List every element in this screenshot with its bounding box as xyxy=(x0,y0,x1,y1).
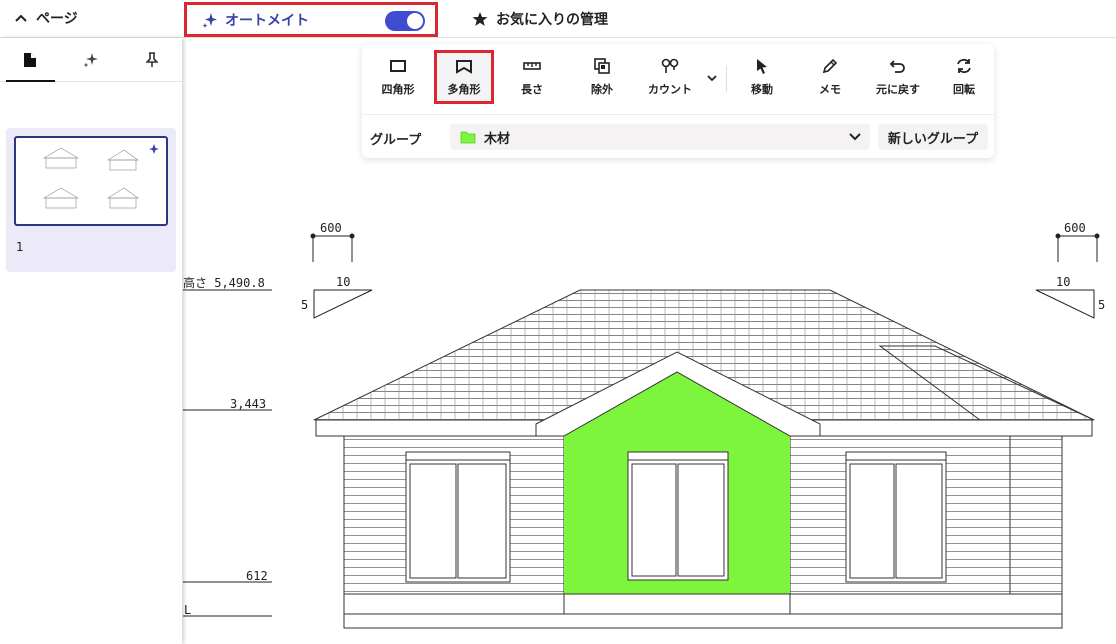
tool-exclude[interactable]: 除外 xyxy=(572,50,632,104)
group-select[interactable]: 木材 xyxy=(450,124,870,150)
group-value: 木材 xyxy=(484,131,511,147)
thumbnail-drawing xyxy=(42,144,159,209)
pin-icon xyxy=(145,51,158,67)
chevron-up-icon xyxy=(15,14,27,22)
automate-toggle[interactable] xyxy=(385,11,425,31)
tool-label: 元に戻す xyxy=(876,83,920,96)
top-bar: ページ オートメイト お気に入りの管理 xyxy=(0,0,1116,38)
undo-icon xyxy=(889,60,905,73)
tool-label: 長さ xyxy=(521,83,543,96)
tool-move[interactable]: 移動 xyxy=(732,50,792,104)
tool-label: 回転 xyxy=(953,83,975,96)
tool-panel: 四角形 多角形 長さ 除外 カウント 移動 メモ 元に戻す 回転 グループ 木材… xyxy=(362,44,994,158)
tab-pages[interactable] xyxy=(0,38,61,82)
page-thumbnail[interactable] xyxy=(14,136,168,226)
toolbar-divider xyxy=(726,66,727,92)
slope-right-rise: 5 xyxy=(1098,298,1105,312)
favorites-label: お気に入りの管理 xyxy=(496,12,608,28)
tool-undo[interactable]: 元に戻す xyxy=(868,50,928,104)
page-thumbnail-card[interactable]: 1 xyxy=(6,128,176,272)
pen-icon xyxy=(822,58,838,74)
cursor-icon xyxy=(757,59,767,74)
star-icon xyxy=(472,12,488,26)
sparkle-icon xyxy=(202,12,217,28)
document-icon xyxy=(24,52,37,67)
tool-rotate[interactable]: 回転 xyxy=(934,50,994,104)
tool-label: 四角形 xyxy=(381,83,415,96)
rotate-icon xyxy=(957,58,971,74)
height-label: 高さ 5,490.8 xyxy=(183,275,265,290)
count-icon xyxy=(661,58,679,73)
tab-pinned[interactable] xyxy=(121,38,182,81)
tool-label: メモ xyxy=(819,83,841,96)
rectangle-icon xyxy=(390,60,406,72)
tool-label: 多角形 xyxy=(447,83,481,96)
tool-label: カウント xyxy=(648,83,692,96)
group-label: グループ xyxy=(370,133,422,148)
favorites-button[interactable]: お気に入りの管理 xyxy=(472,9,608,29)
folder-icon xyxy=(460,131,476,144)
pages-sidebar: 1 xyxy=(0,38,182,644)
tool-label: 移動 xyxy=(751,83,773,96)
automate-control[interactable]: オートメイト xyxy=(184,2,438,37)
sidebar-tabs xyxy=(0,38,182,82)
dim-left-top: 600 xyxy=(320,221,342,235)
group-row: グループ 木材 新しいグループ xyxy=(362,114,994,158)
new-group-button[interactable]: 新しいグループ xyxy=(878,124,988,150)
tool-polygon[interactable]: 多角形 xyxy=(434,50,494,104)
page-number: 1 xyxy=(16,240,24,254)
tool-count[interactable]: カウント xyxy=(640,50,700,104)
tool-length[interactable]: 長さ xyxy=(502,50,562,104)
tool-memo[interactable]: メモ xyxy=(800,50,860,104)
level-612: 612 xyxy=(246,569,268,583)
tool-label: 除外 xyxy=(591,83,613,96)
slope-left-rise: 5 xyxy=(301,298,308,312)
tab-automate[interactable] xyxy=(61,38,122,81)
exclude-icon xyxy=(594,58,610,74)
dim-right-top: 600 xyxy=(1064,221,1086,235)
level-l: L xyxy=(184,603,191,617)
ruler-icon xyxy=(523,62,541,70)
toggle-knob xyxy=(407,13,423,29)
tool-row: 四角形 多角形 長さ 除外 カウント 移動 メモ 元に戻す 回転 xyxy=(362,44,994,114)
automate-label: オートメイト xyxy=(225,12,309,29)
polygon-icon xyxy=(456,60,472,74)
level-3443: 3,443 xyxy=(230,397,266,411)
pages-label: ページ xyxy=(36,11,78,27)
slope-left-run: 10 xyxy=(336,275,350,289)
chevron-down-icon xyxy=(849,133,861,141)
tool-rectangle[interactable]: 四角形 xyxy=(368,50,428,104)
chevron-down-icon[interactable] xyxy=(706,72,718,84)
pages-toggle[interactable]: ページ xyxy=(14,8,78,28)
sparkle-icon xyxy=(83,52,98,67)
slope-right-run: 10 xyxy=(1056,275,1070,289)
